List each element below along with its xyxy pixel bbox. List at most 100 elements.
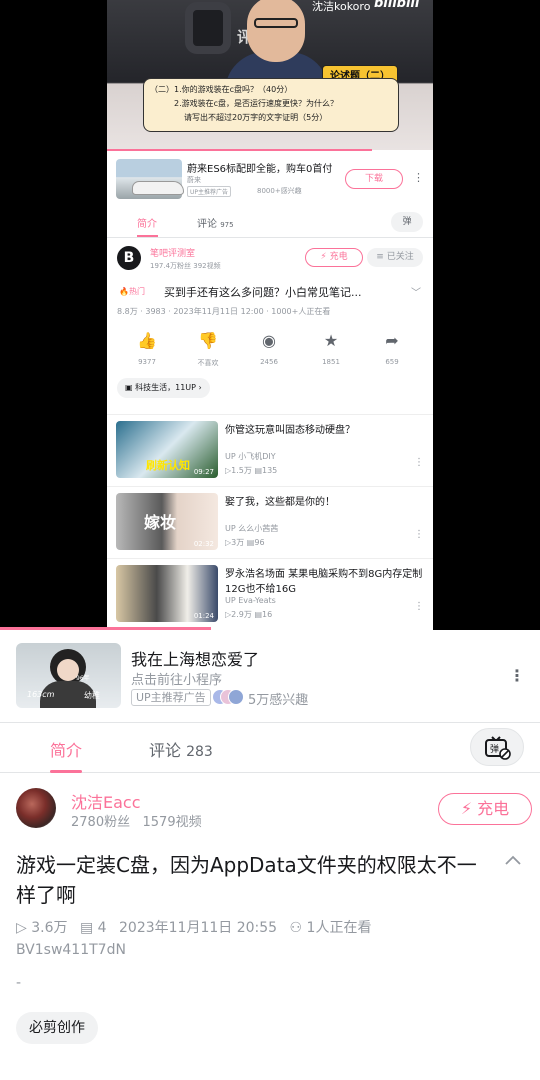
coin-icon: ◉ <box>262 331 276 350</box>
presenter-glasses <box>254 18 298 28</box>
video-meta: ▷ 3.6万 ▤ 4 2023年11月11日 20:55 ⚇ 1人正在看 <box>16 917 379 937</box>
chevron-down-icon[interactable]: ﹀ <box>411 284 421 299</box>
flame-icon: 🔥 <box>119 287 129 296</box>
recommendation-title: 罗永浩名场面 某果电脑采购不到8G内存定制12G也不给16G <box>225 569 423 595</box>
recommendation-stats: ▷2.9万 ▤16 <box>225 609 272 620</box>
bvid: BV1sw411T7dN <box>16 942 126 958</box>
dislike-icon: 👎 <box>198 331 218 350</box>
tv-icon: ▣ <box>125 383 133 392</box>
inner-tab-comments-label: 评论 <box>197 219 217 230</box>
view-count: 1.5万 <box>231 466 252 475</box>
dislike-label: 不喜欢 <box>197 359 219 367</box>
lightning-icon: ⚡ <box>460 799 473 818</box>
ad-thumbnail: 96年 163cm 幼稚 <box>16 643 121 708</box>
inner-uploader-stats: 197.4万粉丝 392视频 <box>150 262 221 270</box>
more-icon[interactable]: ⋮ <box>414 457 424 468</box>
uploader-name[interactable]: 沈洁Eacc <box>71 789 141 813</box>
inner-follow-button[interactable]: ≡ 已关注 <box>367 248 423 267</box>
tab-indicator <box>50 770 82 773</box>
inner-ad-interest: 8000+感兴趣 <box>257 187 302 195</box>
danmaku-icon: ▤ <box>79 920 94 936</box>
inner-danmaku-toggle[interactable]: 弹 <box>391 212 423 232</box>
question-line: （二）1.你的游戏装在c盘吗？（40分） <box>150 85 293 94</box>
watching-count: ⚇ 1人正在看 <box>290 917 372 937</box>
play-count-value: 3.6万 <box>31 920 68 936</box>
share-button[interactable]: ➦ 659 <box>372 332 412 367</box>
uploader-avatar[interactable] <box>16 788 56 828</box>
inner-charge-button[interactable]: ⚡ 充电 <box>305 248 363 267</box>
duration-label: 02:32 <box>193 540 214 548</box>
chevron-up-icon[interactable] <box>503 850 523 870</box>
app-screen: 评测室 沈洁kokoro bilibili 论述题（二） （二）1.你的游戏装在… <box>0 0 540 1080</box>
share-count: 659 <box>385 358 399 366</box>
recommendation-stats: ▷3万 ▤96 <box>225 537 265 548</box>
playback-progress-bar[interactable] <box>0 627 211 630</box>
favorite-count: 1851 <box>322 358 340 366</box>
charge-button[interactable]: ⚡ 充电 <box>438 793 532 825</box>
inner-ad-download-button[interactable]: 下载 <box>345 169 403 189</box>
recommendation-item[interactable]: 刷新认知 09:27 你管这玩意叫固态移动硬盘？ UP 小飞机DIY ▷1.5万… <box>107 414 433 484</box>
inner-uploader-name[interactable]: 笔吧评测室 <box>150 246 195 259</box>
like-button[interactable]: 👍 9377 <box>127 332 167 367</box>
tab-comments[interactable]: 评论 283 <box>149 737 213 761</box>
video-detail-panel: 96年 163cm 幼稚 我在上海想恋爱了 点击前往小程序 UP主推荐广告 5万… <box>0 627 540 1080</box>
recommendation-title: 你管这玩意叫固态移动硬盘？ <box>225 425 355 436</box>
recommendation-owner: UP 小飞机DIY <box>225 451 276 462</box>
inner-progress-bar <box>107 149 372 151</box>
danmaku-count: 96 <box>254 538 265 547</box>
car-image <box>132 181 184 195</box>
coin-button[interactable]: ◉ 2456 <box>249 331 289 367</box>
video-header-image: 评测室 沈洁kokoro bilibili 论述题（二） （二）1.你的游戏装在… <box>107 0 433 150</box>
inner-ad-card[interactable]: 蔚来ES6标配即全能，购车0首付 蔚来 UP主推荐广告 8000+感兴趣 下载 … <box>107 153 433 207</box>
thumbnail-caption: 刷新认知 <box>146 459 190 472</box>
danmaku-toggle-button[interactable]: 弹 <box>470 728 524 766</box>
presenter-face <box>247 0 305 62</box>
duration-label: 09:27 <box>193 468 214 476</box>
tab-comments-count: 283 <box>186 744 213 760</box>
menu-icon: ≡ <box>376 252 384 262</box>
recommendation-item[interactable]: 01:24 罗永浩名场面 某果电脑采购不到8G内存定制12G也不给16G UP … <box>107 558 433 628</box>
inner-video-title: 买到手还有这么多问题？小白常见笔记... <box>164 286 362 299</box>
watermark-user: 沈洁kokoro <box>312 0 371 13</box>
ad-thumb-label: 幼稚 <box>84 691 100 700</box>
video-title: 游戏一定装C盘，因为AppData文件夹的权限太不一样了啊 <box>16 853 477 907</box>
inner-tab-comments[interactable]: 评论 975 <box>197 215 234 230</box>
ad-title: 我在上海想恋爱了 <box>131 650 260 669</box>
lightning-icon: ⚡ <box>320 252 327 262</box>
inner-uploader-avatar[interactable]: B <box>117 246 141 270</box>
more-icon[interactable]: ⋮ <box>414 601 424 612</box>
more-icon[interactable]: ⋮ <box>414 529 424 540</box>
danmaku-count: ▤ 4 <box>80 920 107 936</box>
thumbnail-caption: 嫁妆 <box>144 513 177 532</box>
more-icon[interactable]: ⋮ <box>509 666 525 685</box>
up-badge-icon: UP <box>225 524 236 533</box>
inner-category-tag[interactable]: ▣ 科技生活，11UP › <box>117 378 210 398</box>
more-icon[interactable]: ⋮ <box>413 171 424 184</box>
video-player[interactable]: 评测室 沈洁kokoro bilibili 论述题（二） （二）1.你的游戏装在… <box>0 0 540 630</box>
hot-badge: 🔥热门 <box>119 286 145 297</box>
owner-name: Eva-Yeats <box>238 596 276 605</box>
inner-category-label: 科技生活，11UP <box>135 383 196 392</box>
ad-thumb-label: 163cm <box>27 690 55 699</box>
recommendation-item[interactable]: 嫁妆 02:32 娶了我，这些都是你的！ UP 么么小茜茜 ▷3万 ▤96 ⋮ <box>107 486 433 556</box>
inner-video-meta: 8.8万 · 3983 · 2023年11月11日 12:00 · 1000+人… <box>117 307 331 316</box>
danmaku-icon: ▤ <box>254 466 262 475</box>
favorite-button[interactable]: ★ 1851 <box>311 332 351 367</box>
tab-bar: 简介 评论 283 弹 <box>0 722 540 773</box>
view-count: 2.9万 <box>231 610 252 619</box>
interested-avatars <box>212 689 244 706</box>
inner-tab-comments-count: 975 <box>220 221 234 229</box>
channel-logo-icon <box>185 2 231 54</box>
inner-tab-intro[interactable]: 简介 <box>137 215 157 230</box>
tab-intro[interactable]: 简介 <box>50 737 82 761</box>
recommendation-owner: UP Eva-Yeats <box>225 596 276 605</box>
recommendation-thumbnail: 01:24 <box>116 565 218 622</box>
video-tag[interactable]: 必剪创作 <box>16 1012 98 1044</box>
dislike-button[interactable]: 👎 不喜欢 <box>188 332 228 368</box>
recommendation-title: 娶了我，这些都是你的！ <box>225 497 335 508</box>
publish-date: 2023年11月11日 20:55 <box>119 920 278 936</box>
people-icon: ⚇ <box>289 920 303 936</box>
charge-label: 充电 <box>477 799 510 818</box>
inner-ad-title: 蔚来ES6标配即全能，购车0首付 <box>187 164 333 175</box>
ad-subtitle: 点击前往小程序 <box>131 673 223 688</box>
